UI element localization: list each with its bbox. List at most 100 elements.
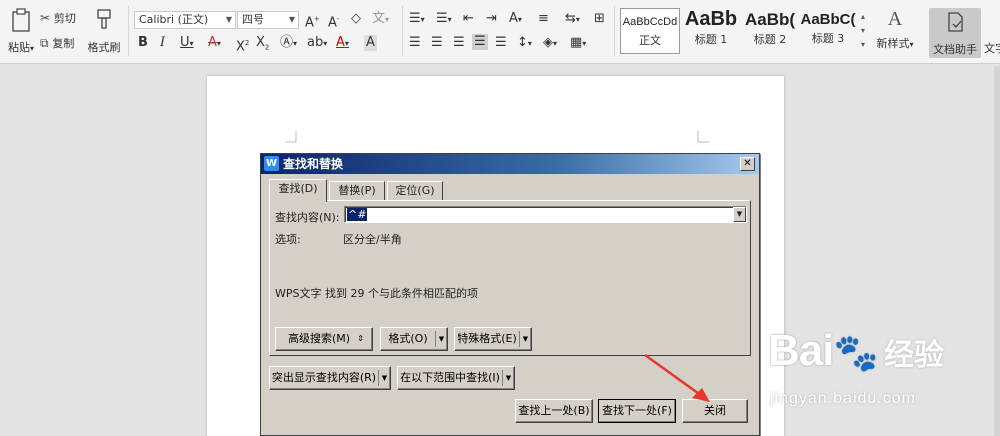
- chevron-down-icon: ▼: [378, 370, 390, 386]
- line-spacing-icon[interactable]: ↕▾: [517, 35, 532, 52]
- align-center-icon[interactable]: ☰: [431, 35, 443, 51]
- sort-icon[interactable]: ≡: [538, 11, 549, 27]
- new-style-button[interactable]: A 新样式▾: [872, 8, 918, 51]
- find-tab-panel: 查找内容(N): ^# ▼ 选项: 区分全/半角 WPS文字 找到 29 个与此…: [269, 200, 751, 356]
- chevron-down-icon: ▼: [502, 370, 514, 386]
- expand-icon: ⇕: [357, 334, 364, 343]
- new-style-icon: A: [887, 8, 903, 30]
- text-direction-icon[interactable]: A▾: [509, 11, 522, 28]
- underline-icon[interactable]: U▾: [180, 35, 194, 52]
- chevron-down-icon: ▼: [435, 331, 447, 347]
- options-value: 区分全/半角: [343, 233, 402, 246]
- button-label: 查找上一处(B): [518, 404, 590, 417]
- document-icon: [948, 12, 963, 32]
- grow-font-icon[interactable]: A+: [305, 11, 320, 31]
- find-in-button[interactable]: 在以下范围中查找(I) ▼: [397, 366, 515, 390]
- tab-label: 定位(G): [395, 184, 435, 197]
- text-effect-icon[interactable]: Ⓐ▾: [280, 35, 297, 52]
- watermark-brand: Bai🐾: [768, 326, 878, 375]
- new-style-label: 新样式: [876, 37, 910, 50]
- distribute-icon[interactable]: ☰: [495, 35, 507, 51]
- button-label: 格式(O): [388, 332, 428, 345]
- justify-icon[interactable]: ☰: [472, 34, 488, 50]
- cut-button[interactable]: ✂ 剪切: [40, 10, 76, 26]
- format-painter-label: 格式刷: [87, 41, 121, 54]
- border-icon[interactable]: ▦▾: [570, 35, 586, 52]
- increase-indent-icon[interactable]: ⇥: [486, 11, 497, 27]
- copy-button[interactable]: ⧉ 复制: [40, 35, 74, 51]
- chevron-down-icon[interactable]: ▼: [733, 207, 746, 222]
- font-color-icon[interactable]: A▾: [336, 35, 349, 52]
- font-name-value: Calibri (正文): [139, 13, 209, 26]
- ribbon-toolbar: 粘贴▾ ✂ 剪切 ⧉ 复制 格式刷 Calibri (正文) ▼ 四号 ▼ A+ A…: [0, 0, 1000, 64]
- dialog-title: 查找和替换: [283, 157, 344, 171]
- watermark-url: jingyan.baidu.com: [770, 390, 916, 407]
- tab-label: 查找(D): [278, 182, 318, 195]
- bold-icon[interactable]: B: [138, 35, 148, 51]
- divider: [402, 6, 403, 56]
- dialog-titlebar[interactable]: W 查找和替换 ✕: [261, 154, 759, 174]
- strikethrough-icon[interactable]: A▾: [208, 35, 221, 52]
- align-right-icon[interactable]: ☰: [453, 35, 465, 51]
- shrink-font-icon[interactable]: A-: [328, 11, 339, 31]
- paintbrush-icon: [97, 9, 111, 29]
- format-painter-button[interactable]: 格式刷: [86, 8, 122, 55]
- style-gallery-scroll[interactable]: ▴ ▾ ▾: [858, 10, 868, 54]
- tab-goto[interactable]: 定位(G): [387, 181, 443, 201]
- tab-find[interactable]: 查找(D): [269, 179, 327, 202]
- paste-label: 粘贴: [7, 41, 30, 54]
- style-heading-1[interactable]: AaBb 标题 1: [682, 8, 740, 54]
- watermark-cn: 经验: [884, 338, 944, 373]
- bullet-list-icon[interactable]: ☰▾: [409, 11, 425, 28]
- special-format-button[interactable]: 特殊格式(E) ▼: [454, 327, 532, 351]
- format-button[interactable]: 格式(O) ▼: [380, 327, 448, 351]
- superscript-icon[interactable]: X2: [236, 35, 249, 55]
- doc-assistant-label: 文档助手: [933, 43, 977, 56]
- style-sample: AaBb(: [744, 10, 796, 29]
- button-label: 特殊格式(E): [457, 332, 517, 345]
- font-name-select[interactable]: Calibri (正文) ▼: [134, 11, 236, 29]
- doc-assistant-button[interactable]: 文档助手: [929, 8, 981, 58]
- align-left-icon[interactable]: ☰: [409, 35, 421, 51]
- numbered-list-icon[interactable]: ☰▾: [436, 11, 452, 28]
- advanced-search-button[interactable]: 高级搜索(M) ⇕: [275, 327, 373, 351]
- subscript-icon[interactable]: X2: [256, 35, 269, 56]
- result-message: WPS文字 找到 29 个与此条件相匹配的项: [275, 287, 478, 300]
- font-size-select[interactable]: 四号 ▼: [237, 11, 299, 29]
- italic-icon[interactable]: I: [160, 35, 165, 51]
- vertical-scrollbar[interactable]: [994, 66, 1000, 436]
- table-grid-icon[interactable]: ⊞: [594, 11, 605, 27]
- paste-button[interactable]: 粘贴▾: [4, 8, 38, 56]
- find-content-label: 查找内容(N):: [275, 211, 340, 224]
- find-content-value: ^#: [347, 208, 368, 221]
- tab-replace[interactable]: 替换(P): [329, 181, 385, 201]
- find-previous-button[interactable]: 查找上一处(B): [515, 399, 593, 423]
- line-break-icon[interactable]: ⇆▾: [565, 11, 580, 28]
- find-content-input[interactable]: ^# ▼: [344, 206, 747, 223]
- shading-icon[interactable]: ◈▾: [543, 35, 557, 52]
- highlight-icon[interactable]: ab▾: [307, 35, 327, 52]
- char-shading-icon[interactable]: A: [364, 35, 377, 51]
- divider: [614, 6, 615, 56]
- clipboard-icon: [12, 8, 30, 32]
- highlight-results-button[interactable]: 突出显示查找内容(R) ▼: [269, 366, 391, 390]
- style-normal[interactable]: AaBbCcDd 正文: [620, 8, 680, 54]
- close-icon[interactable]: ✕: [740, 157, 755, 171]
- decrease-indent-icon[interactable]: ⇤: [463, 11, 474, 27]
- chevron-down-icon: ▼: [519, 331, 531, 347]
- pinyin-icon[interactable]: 文▾: [372, 11, 389, 28]
- tab-label: 替换(P): [338, 184, 376, 197]
- button-label: 高级搜索(M): [287, 332, 351, 345]
- style-heading-2[interactable]: AaBb( 标题 2: [741, 8, 799, 54]
- cut-label: 剪切: [53, 12, 76, 25]
- style-heading-3[interactable]: AaBbC( 标题 3: [800, 8, 856, 54]
- button-label: 突出显示查找内容(R): [271, 371, 377, 384]
- copy-icon: ⧉: [40, 36, 49, 50]
- divider: [128, 6, 129, 56]
- style-label: 标题 1: [694, 33, 728, 46]
- clear-format-icon[interactable]: ◇: [351, 11, 361, 27]
- baidu-jingyan-watermark: Bai🐾 经验 jingyan.baidu.com: [768, 326, 968, 416]
- style-sample: AaBbC(: [800, 11, 856, 28]
- text-tools-label[interactable]: 文字: [984, 40, 1000, 56]
- font-size-value: 四号: [242, 13, 264, 26]
